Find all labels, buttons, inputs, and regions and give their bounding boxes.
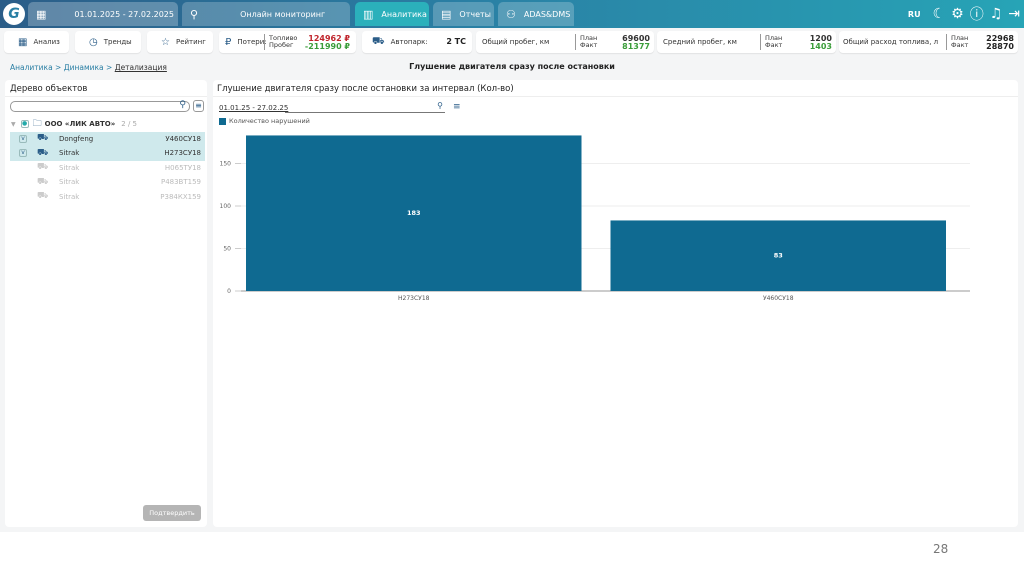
page-title: Глушение двигателя сразу после остановки [409,62,615,71]
fleet-card: ⛟ Автопарк: 2 ТС [362,31,472,53]
tab-analytics[interactable]: ▥ Аналитика [355,2,429,26]
avg-mileage-card: Средний пробег, км План Факт 1200 1403 [657,31,836,53]
data-label: 183 [407,209,421,217]
item-checkbox[interactable]: v [19,134,27,143]
filter-icon[interactable]: ≡ [193,100,204,112]
page-number: 28 [933,542,949,556]
subnav-rating[interactable]: ☆ Рейтинг [147,31,213,53]
chart-legend: Количество нарушений [219,117,310,125]
tab-online-monitoring[interactable]: ⚲ Онлайн мониторинг [182,2,350,26]
folder-icon: 🗀 [32,119,42,130]
moon-icon[interactable]: ☾ [933,6,946,22]
tree-item[interactable]: v ⛟ Sitrak Н273СУ18 [10,146,205,161]
y-tick-label: 50 [223,246,231,253]
truck-icon: ⛟ [37,162,49,173]
fuel-total-card: Общий расход топлива, л План Факт 22968 28… [839,31,1018,53]
chart-search-input[interactable]: ⚲ [285,101,445,113]
clock-icon: ◷ [89,36,98,48]
data-label: 83 [774,252,783,260]
top-header: G ▦ 01.01.2025 - 27.02.2025 ⚲ Онлайн монит… [0,0,1024,28]
tab-reports[interactable]: ▤ Отчеты [433,2,494,26]
tree-item[interactable]: ⛟ Sitrak Р384КХ159 [10,190,205,205]
tree-item[interactable]: ⛟ Sitrak Р483ВТ159 [10,175,205,190]
chart-date-range[interactable]: 01.01.25 - 27.02.25 [219,104,288,112]
total-mileage-card: Общий пробег, км План Факт 69600 81377 [476,31,654,53]
chart-title: Глушение двигателя сразу после остановки… [217,84,514,94]
losses-card: ₽ Потери: Топливо Пробег 124962 ₽ -211990 … [219,31,356,53]
subnav-analysis[interactable]: ▦ Анализ [4,31,69,53]
tree-item[interactable]: ⛟ Sitrak Н065ТУ18 [10,161,205,176]
app-logo[interactable]: G [3,3,25,25]
gear-icon[interactable]: ⚙ [951,6,964,22]
truck-icon: ⛟ [37,147,49,158]
legend-swatch [219,117,226,125]
date-range-picker[interactable]: ▦ 01.01.2025 - 27.02.2025 [28,2,178,26]
calculator-icon: ▦ [18,36,28,48]
tree-search-input[interactable]: ⚲ [10,100,190,112]
truck-icon: ⛟ [372,35,385,47]
bar-chart: 0 50 100 150 183 Н273СУ18 83 У460СУ18 [220,135,970,302]
logout-icon[interactable]: ⇥ [1008,6,1020,22]
subnav-trends[interactable]: ◷ Тренды [75,31,141,53]
caret-down-icon[interactable]: ▼ [11,121,16,128]
x-tick-label: У460СУ18 [763,295,794,302]
driver-icon: ⚇ [506,7,516,21]
x-tick-label: Н273СУ18 [398,295,430,302]
confirm-button[interactable]: Подтвердить [143,505,201,521]
route-icon: ⚲ [190,7,199,21]
ruble-icon: ₽ [225,36,232,48]
tree-org[interactable]: ▼ ● 🗀 ООО «ЛИК АВТО» 2 / 5 [10,117,205,132]
star-icon: ☆ [161,36,170,48]
language-switch[interactable]: RU [908,10,921,19]
object-tree: ▼ ● 🗀 ООО «ЛИК АВТО» 2 / 5 v ⛟ Dongfeng У460СУ1… [10,117,205,204]
tree-title: Дерево объектов [10,84,88,94]
bell-icon[interactable]: ♫ [990,6,1003,22]
y-tick-label: 150 [220,161,232,168]
y-tick-label: 100 [220,203,232,210]
org-checkbox[interactable]: ● [20,120,29,129]
tab-adas-dms[interactable]: ⚇ ADAS&DMS [498,2,574,26]
help-icon[interactable]: ⓘ [970,4,984,24]
y-tick-label: 0 [227,288,231,295]
filter-icon[interactable]: ≡ [453,102,461,112]
truck-icon: ⛟ [37,191,49,202]
search-icon[interactable]: ⚲ [179,100,186,110]
tree-item[interactable]: v ⛟ Dongfeng У460СУ18 [10,131,205,146]
search-icon[interactable]: ⚲ [437,101,443,110]
bar-chart-icon: ▥ [363,7,374,21]
truck-icon: ⛟ [37,133,49,144]
item-checkbox[interactable]: v [19,149,27,158]
slide-footer [0,532,1024,574]
document-icon: ▤ [441,7,452,21]
truck-icon: ⛟ [37,176,49,187]
calendar-icon: ▦ [36,7,47,21]
